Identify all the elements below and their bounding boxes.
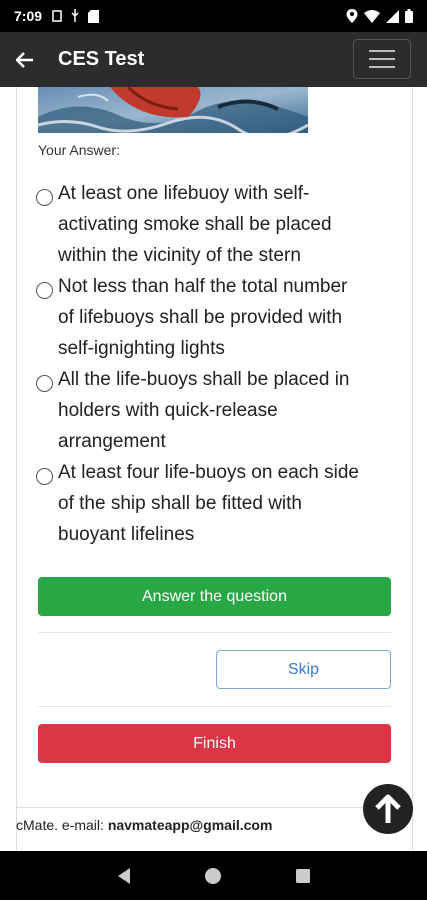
status-bar: 7:09 [0, 0, 427, 32]
arrow-up-icon [375, 794, 401, 823]
option-text: At least one lifebuoy with self- activat… [58, 183, 332, 266]
answer-options: At least one lifebuoy with self- activat… [36, 178, 381, 550]
battery-icon [405, 9, 413, 23]
page-title: CES Test [58, 48, 145, 70]
storage-icon [88, 9, 100, 23]
arrow-left-icon [16, 51, 33, 68]
back-button[interactable] [0, 32, 50, 87]
option-text: All the life-buoys shall be placed in ho… [58, 369, 350, 452]
sim-icon [52, 10, 62, 22]
radio-button[interactable] [36, 189, 53, 206]
divider [38, 706, 391, 707]
finish-button[interactable]: Finish [38, 724, 391, 763]
option-text: Not less than half the total number of l… [58, 276, 348, 359]
nav-home-icon[interactable] [204, 867, 222, 885]
footer-divider [16, 807, 413, 808]
answer-option-4[interactable]: At least four life-buoys on each side of… [36, 457, 381, 550]
footer-text: cMate. e-mail: navmateapp@gmail.com [16, 817, 272, 833]
hamburger-icon [369, 50, 395, 68]
skip-button[interactable]: Skip [216, 650, 391, 689]
main-content: Your Answer: At least one lifebuoy with … [0, 87, 427, 851]
radio-button[interactable] [36, 282, 53, 299]
signal-icon [386, 9, 399, 23]
nav-recents-icon[interactable] [295, 868, 311, 884]
option-text: At least four life-buoys on each side of… [58, 462, 360, 545]
radio-button[interactable] [36, 468, 53, 485]
footer-email[interactable]: navmateapp@gmail.com [108, 817, 273, 833]
divider [38, 632, 391, 633]
nav-back-icon[interactable] [116, 867, 132, 885]
wifi-icon [364, 9, 380, 23]
answer-option-3[interactable]: All the life-buoys shall be placed in ho… [36, 364, 381, 457]
usb-icon [71, 9, 79, 22]
answer-option-2[interactable]: Not less than half the total number of l… [36, 271, 381, 364]
location-icon [346, 9, 358, 23]
status-time: 7:09 [14, 8, 43, 24]
answer-option-1[interactable]: At least one lifebuoy with self- activat… [36, 178, 381, 271]
question-image [38, 87, 308, 133]
answer-button[interactable]: Answer the question [38, 577, 391, 616]
footer-prefix: cMate. e-mail: [16, 817, 108, 833]
app-bar: CES Test [0, 32, 427, 87]
system-nav-bar [0, 851, 427, 900]
radio-button[interactable] [36, 375, 53, 392]
menu-button[interactable] [353, 39, 411, 79]
answer-label: Your Answer: [38, 142, 120, 158]
scroll-to-top-button[interactable] [363, 784, 413, 834]
